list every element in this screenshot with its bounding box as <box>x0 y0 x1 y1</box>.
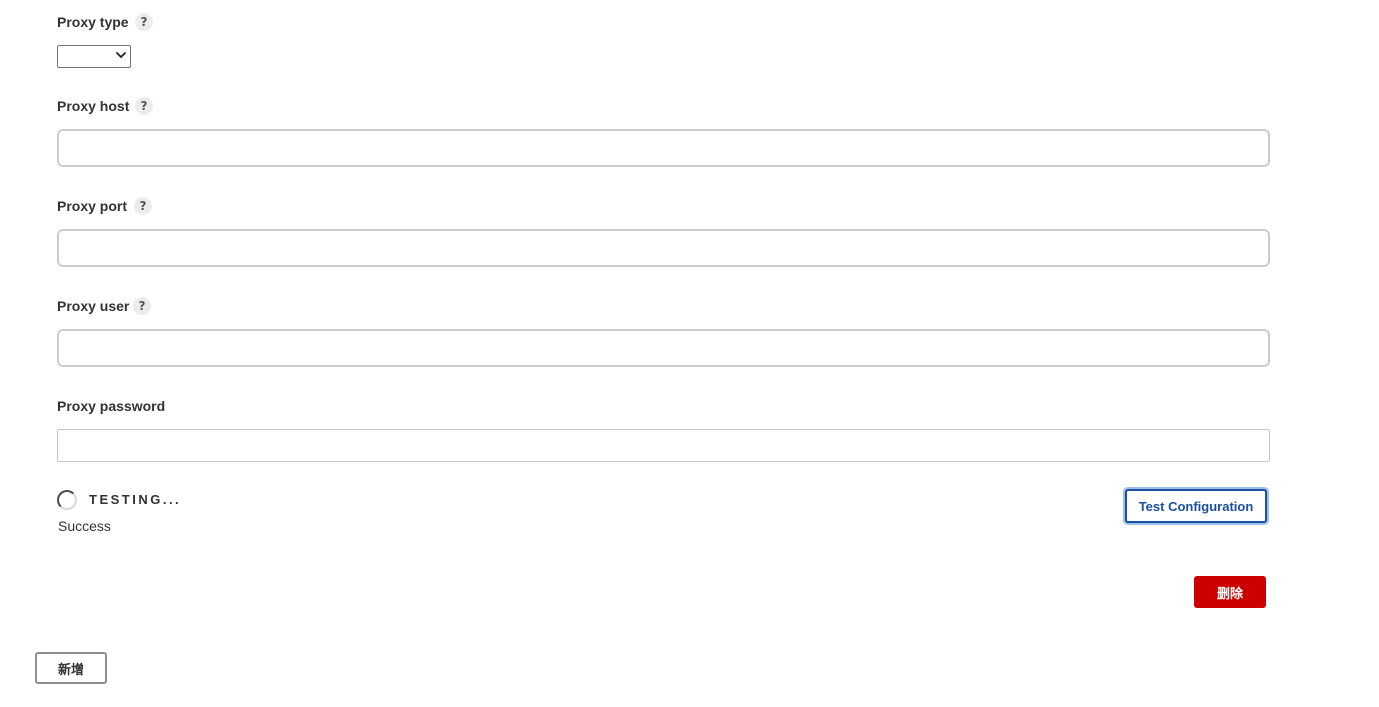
proxy-password-input[interactable] <box>57 429 1270 462</box>
proxy-type-select[interactable] <box>57 45 131 68</box>
proxy-type-selected-value <box>58 49 62 64</box>
add-button[interactable]: 新增 <box>35 652 107 684</box>
test-configuration-button[interactable]: Test Configuration <box>1125 489 1267 523</box>
chevron-down-icon <box>116 52 126 58</box>
proxy-user-input[interactable] <box>57 329 1270 367</box>
proxy-port-input[interactable] <box>57 229 1270 267</box>
proxy-type-row: Proxy type <box>57 13 129 32</box>
test-result-text: Success <box>58 518 111 534</box>
proxy-user-label: Proxy user <box>57 298 130 314</box>
delete-button[interactable]: 删除 <box>1194 576 1266 608</box>
proxy-port-label: Proxy port <box>57 198 128 214</box>
testing-status-text: TESTING... <box>89 492 182 507</box>
loading-spinner-icon <box>57 490 77 510</box>
proxy-type-label: Proxy type <box>57 14 129 30</box>
proxy-host-help-icon[interactable]: ? <box>135 97 153 115</box>
proxy-user-help-icon[interactable]: ? <box>133 297 151 315</box>
proxy-type-help-icon[interactable]: ? <box>135 13 153 31</box>
proxy-port-help-icon[interactable]: ? <box>134 197 152 215</box>
proxy-host-input[interactable] <box>57 129 1270 167</box>
proxy-host-label: Proxy host <box>57 98 130 114</box>
proxy-password-label: Proxy password <box>57 398 166 414</box>
